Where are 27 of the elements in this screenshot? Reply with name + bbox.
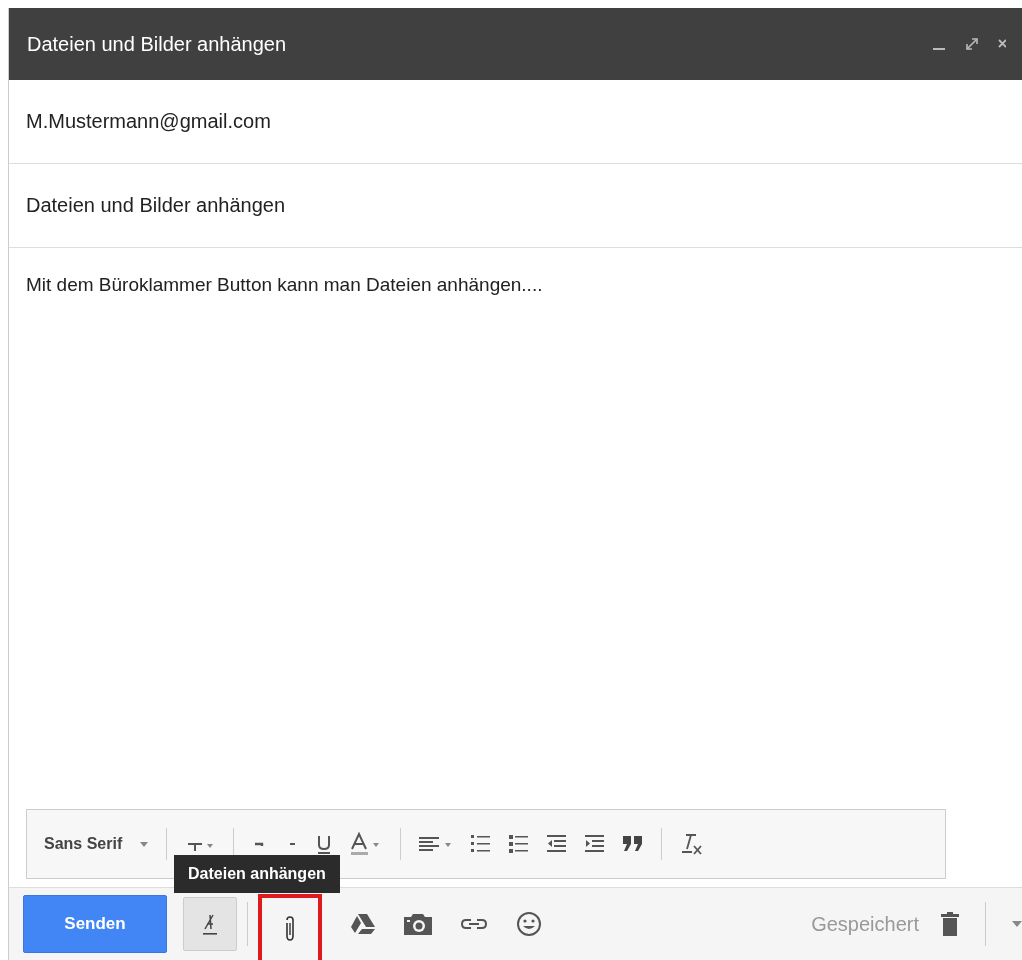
- window-title: Dateien und Bilder anhängen: [27, 32, 288, 56]
- subject-field[interactable]: Dateien und Bilder anhängen: [9, 164, 1022, 248]
- numbered-list-icon[interactable]: [471, 834, 492, 854]
- quote-icon[interactable]: [623, 836, 644, 852]
- clear-formatting-icon[interactable]: [680, 832, 705, 856]
- underline-icon[interactable]: [316, 833, 333, 855]
- smiley-icon[interactable]: [516, 911, 542, 937]
- expand-icon[interactable]: [964, 36, 980, 52]
- saved-status: Gespeichert: [811, 912, 919, 936]
- tooltip: Dateien anhängen: [174, 855, 340, 893]
- text-format-icon: [202, 912, 218, 936]
- camera-icon[interactable]: [404, 913, 432, 935]
- caret-icon[interactable]: [1012, 921, 1022, 927]
- triangle-drive-icon[interactable]: [350, 913, 376, 935]
- trash-icon[interactable]: [941, 912, 959, 936]
- align-icon[interactable]: [419, 835, 454, 853]
- font-selector[interactable]: Sans Serif: [44, 835, 123, 853]
- outdent-icon[interactable]: [547, 834, 568, 854]
- recipient-field[interactable]: M.Mustermann@gmail.com: [9, 80, 1022, 164]
- indent-icon[interactable]: [585, 834, 606, 854]
- message-body[interactable]: Mit dem Büroklammer Button kann man Dateien anhängen....: [26, 248, 1022, 809]
- bulleted-list-icon[interactable]: [509, 834, 530, 854]
- caret-icon[interactable]: [140, 841, 149, 847]
- link-icon[interactable]: [460, 917, 488, 931]
- paperclip-icon: [283, 915, 297, 943]
- formatting-toggle-button[interactable]: [183, 897, 237, 951]
- send-button[interactable]: Senden: [23, 895, 167, 953]
